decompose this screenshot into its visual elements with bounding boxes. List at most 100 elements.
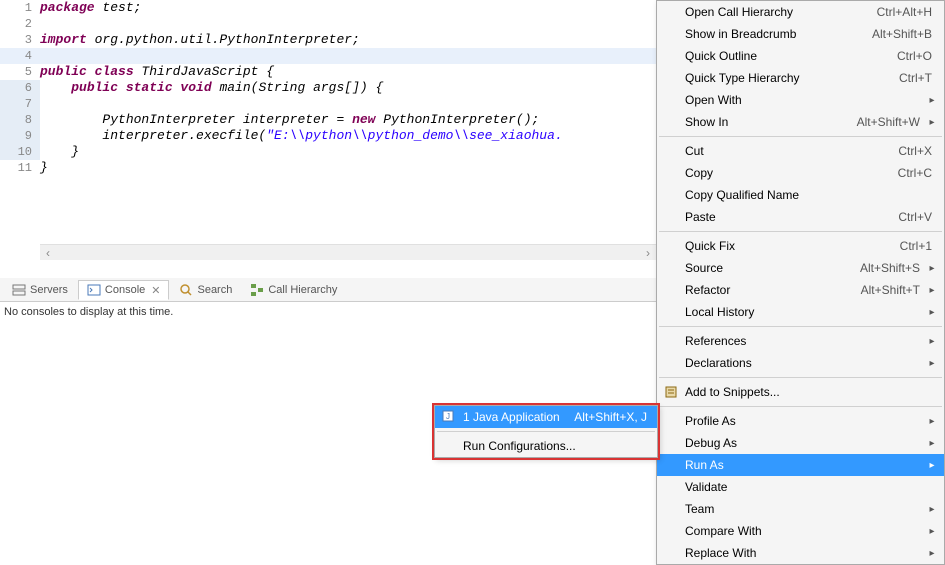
submenu-arrow-icon: ▸ bbox=[926, 95, 938, 106]
menu-shortcut: Ctrl+O bbox=[897, 49, 938, 63]
code-line[interactable]: 10 } bbox=[0, 144, 656, 160]
menu-item-references[interactable]: References▸ bbox=[657, 330, 944, 352]
line-number: 8 bbox=[0, 112, 40, 128]
submenu-arrow-icon: ▸ bbox=[926, 416, 938, 427]
menu-item-open-call-hierarchy[interactable]: Open Call HierarchyCtrl+Alt+H bbox=[657, 1, 944, 23]
menu-label: Add to Snippets... bbox=[685, 385, 938, 399]
menu-label: Team bbox=[685, 502, 926, 516]
menu-label: Show In bbox=[685, 115, 857, 129]
code-line[interactable]: 2 bbox=[0, 16, 656, 32]
menu-label: Cut bbox=[685, 144, 898, 158]
menu-item-show-in[interactable]: Show InAlt+Shift+W▸ bbox=[657, 111, 944, 133]
menu-item-add-to-snippets[interactable]: Add to Snippets... bbox=[657, 381, 944, 403]
menu-item-paste[interactable]: PasteCtrl+V bbox=[657, 206, 944, 228]
code-line[interactable]: 1package test; bbox=[0, 0, 656, 16]
run-as-submenu[interactable]: J 1 Java ApplicationAlt+Shift+X, J Run Con… bbox=[434, 405, 658, 458]
submenu-arrow-icon: ▸ bbox=[926, 504, 938, 515]
submenu-arrow-icon: ▸ bbox=[926, 117, 938, 128]
tab-label: Search bbox=[197, 284, 232, 296]
menu-item-replace-with[interactable]: Replace With▸ bbox=[657, 542, 944, 564]
code-editor[interactable]: 1package test;23import org.python.util.P… bbox=[0, 0, 656, 260]
submenu-shortcut: Alt+Shift+X, J bbox=[574, 410, 651, 424]
code-content[interactable]: import org.python.util.PythonInterpreter… bbox=[40, 32, 360, 48]
submenu-arrow-icon: ▸ bbox=[926, 336, 938, 347]
submenu-item-1-java-application[interactable]: J 1 Java ApplicationAlt+Shift+X, J bbox=[435, 406, 657, 428]
server-icon bbox=[12, 283, 26, 297]
menu-label: Quick Fix bbox=[685, 239, 900, 253]
menu-item-quick-outline[interactable]: Quick OutlineCtrl+O bbox=[657, 45, 944, 67]
tab-servers[interactable]: Servers bbox=[4, 281, 76, 299]
line-number: 6 bbox=[0, 80, 40, 96]
tab-console[interactable]: Console✕ bbox=[78, 280, 170, 300]
submenu-label: 1 Java Application bbox=[463, 410, 574, 424]
menu-label: Compare With bbox=[685, 524, 926, 538]
menu-item-show-in-breadcrumb[interactable]: Show in BreadcrumbAlt+Shift+B bbox=[657, 23, 944, 45]
context-menu[interactable]: Open Call HierarchyCtrl+Alt+HShow in Bre… bbox=[656, 0, 945, 565]
menu-item-run-as[interactable]: Run As▸ bbox=[657, 454, 944, 476]
menu-item-debug-as[interactable]: Debug As▸ bbox=[657, 432, 944, 454]
code-content[interactable]: PythonInterpreter interpreter = new Pyth… bbox=[40, 112, 539, 128]
java-icon: J bbox=[441, 409, 457, 425]
line-number: 3 bbox=[0, 32, 40, 48]
menu-shortcut: Ctrl+V bbox=[898, 210, 938, 224]
search-icon bbox=[179, 283, 193, 297]
menu-label: Quick Outline bbox=[685, 49, 897, 63]
close-icon[interactable]: ✕ bbox=[151, 284, 160, 297]
submenu-arrow-icon: ▸ bbox=[926, 307, 938, 318]
line-number: 11 bbox=[0, 160, 40, 176]
menu-item-declarations[interactable]: Declarations▸ bbox=[657, 352, 944, 374]
line-number: 2 bbox=[0, 16, 40, 32]
code-content[interactable]: public class ThirdJavaScript { bbox=[40, 64, 274, 80]
menu-shortcut: Ctrl+C bbox=[898, 166, 938, 180]
submenu-arrow-icon: ▸ bbox=[926, 263, 938, 274]
tab-callhier[interactable]: Call Hierarchy bbox=[242, 281, 345, 299]
menu-item-local-history[interactable]: Local History▸ bbox=[657, 301, 944, 323]
menu-label: Open Call Hierarchy bbox=[685, 5, 877, 19]
tab-search[interactable]: Search bbox=[171, 281, 240, 299]
code-line[interactable]: 9 interpreter.execfile("E:\\python\\pyth… bbox=[0, 128, 656, 144]
code-content[interactable]: interpreter.execfile("E:\\python\\python… bbox=[40, 128, 563, 144]
menu-item-open-with[interactable]: Open With▸ bbox=[657, 89, 944, 111]
scroll-right-arrow[interactable]: › bbox=[640, 245, 656, 261]
menu-item-quick-fix[interactable]: Quick FixCtrl+1 bbox=[657, 235, 944, 257]
menu-item-quick-type-hierarchy[interactable]: Quick Type HierarchyCtrl+T bbox=[657, 67, 944, 89]
code-line[interactable]: 11} bbox=[0, 160, 656, 176]
code-line[interactable]: 4 bbox=[0, 48, 656, 64]
code-line[interactable]: 6 public static void main(String args[])… bbox=[0, 80, 656, 96]
submenu-item-run-configurations[interactable]: Run Configurations... bbox=[435, 435, 657, 457]
menu-item-copy-qualified-name[interactable]: Copy Qualified Name bbox=[657, 184, 944, 206]
code-line[interactable]: 3import org.python.util.PythonInterprete… bbox=[0, 32, 656, 48]
menu-label: Replace With bbox=[685, 546, 926, 560]
code-content[interactable]: } bbox=[40, 160, 48, 176]
submenu-arrow-icon: ▸ bbox=[926, 285, 938, 296]
menu-item-refactor[interactable]: RefactorAlt+Shift+T▸ bbox=[657, 279, 944, 301]
menu-shortcut: Ctrl+Alt+H bbox=[877, 5, 938, 19]
menu-label: Local History bbox=[685, 305, 926, 319]
horizontal-scrollbar[interactable]: ‹ › bbox=[40, 244, 656, 260]
menu-shortcut: Ctrl+T bbox=[899, 71, 938, 85]
code-content[interactable]: } bbox=[40, 144, 79, 160]
scroll-left-arrow[interactable]: ‹ bbox=[40, 245, 56, 261]
menu-item-source[interactable]: SourceAlt+Shift+S▸ bbox=[657, 257, 944, 279]
code-content[interactable]: public static void main(String args[]) { bbox=[40, 80, 383, 96]
menu-separator bbox=[437, 431, 655, 432]
menu-separator bbox=[659, 406, 942, 407]
menu-label: Copy Qualified Name bbox=[685, 188, 938, 202]
console-icon bbox=[87, 283, 101, 297]
menu-item-team[interactable]: Team▸ bbox=[657, 498, 944, 520]
menu-item-copy[interactable]: CopyCtrl+C bbox=[657, 162, 944, 184]
menu-item-compare-with[interactable]: Compare With▸ bbox=[657, 520, 944, 542]
menu-label: Show in Breadcrumb bbox=[685, 27, 872, 41]
menu-shortcut: Alt+Shift+T bbox=[861, 283, 926, 297]
svg-text:J: J bbox=[446, 412, 450, 421]
code-line[interactable]: 7 bbox=[0, 96, 656, 112]
menu-item-cut[interactable]: CutCtrl+X bbox=[657, 140, 944, 162]
code-content[interactable]: package test; bbox=[40, 0, 141, 16]
code-line[interactable]: 8 PythonInterpreter interpreter = new Py… bbox=[0, 112, 656, 128]
menu-label: Debug As bbox=[685, 436, 926, 450]
menu-label: Declarations bbox=[685, 356, 926, 370]
code-line[interactable]: 5public class ThirdJavaScript { bbox=[0, 64, 656, 80]
menu-item-validate[interactable]: Validate bbox=[657, 476, 944, 498]
menu-item-profile-as[interactable]: Profile As▸ bbox=[657, 410, 944, 432]
menu-label: Open With bbox=[685, 93, 926, 107]
